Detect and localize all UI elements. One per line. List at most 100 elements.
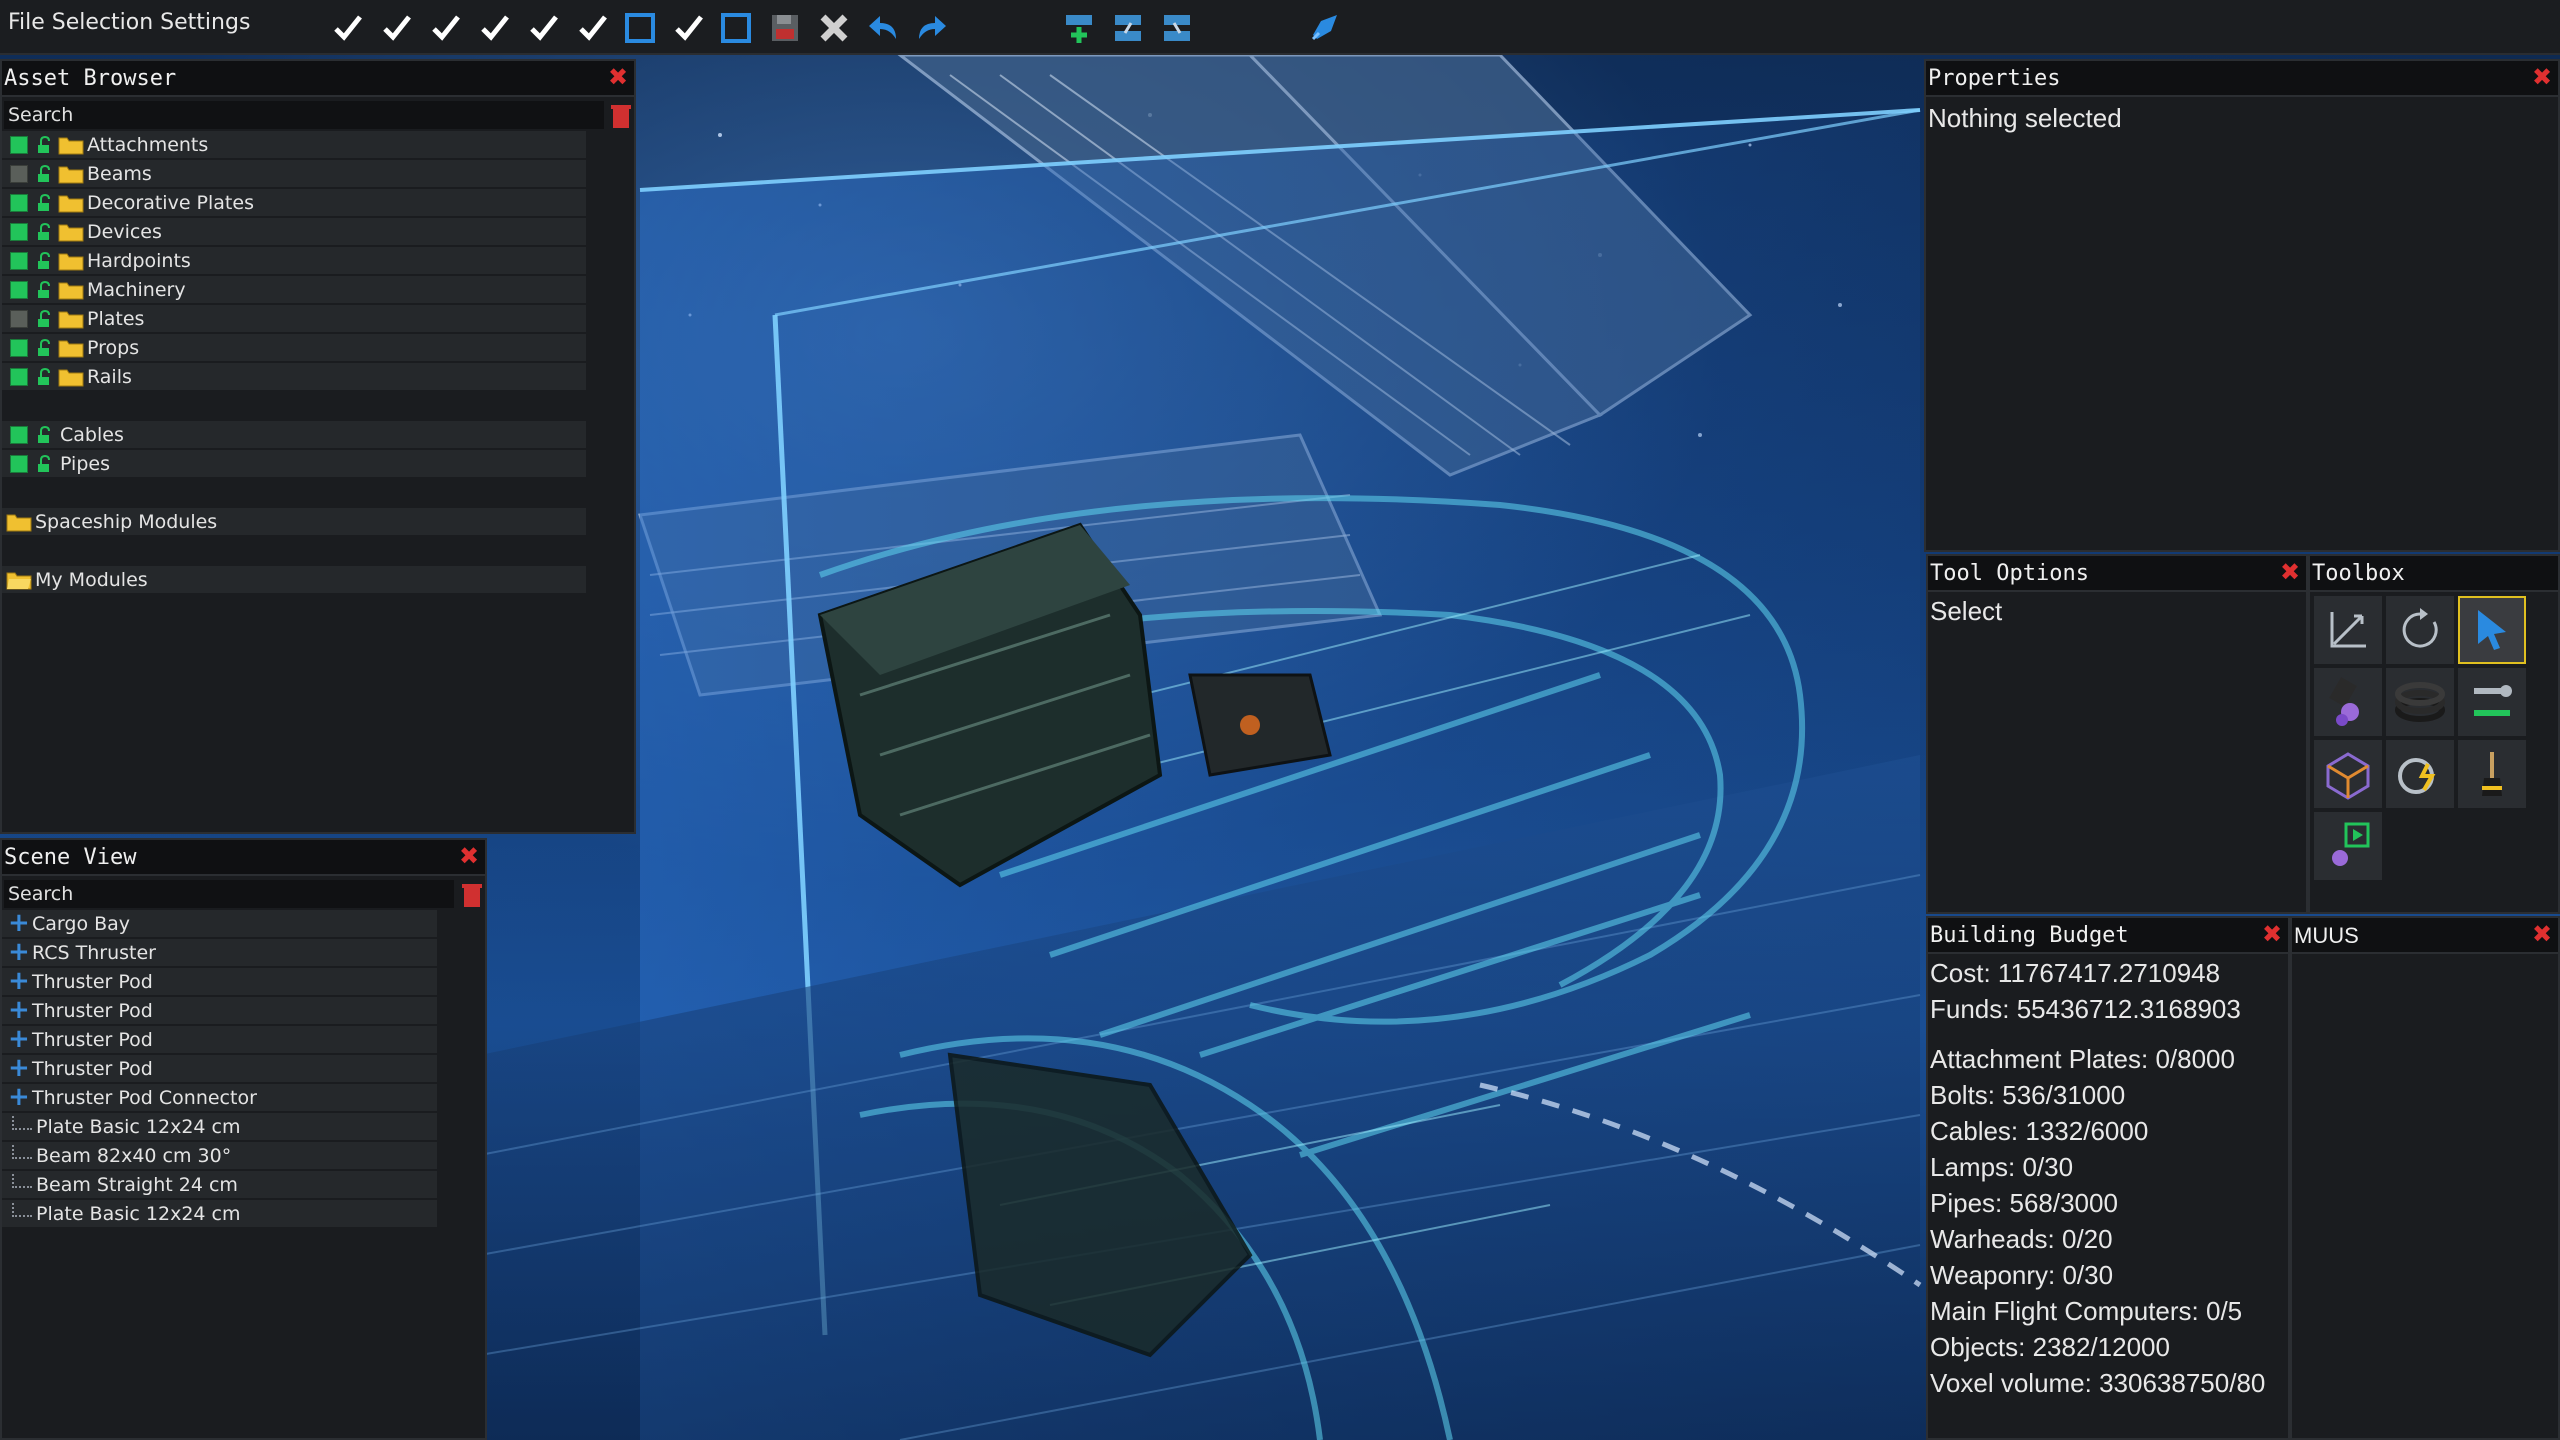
visibility-checkbox[interactable] xyxy=(10,251,28,270)
scene-item-row[interactable]: Plate Basic 12x24 cm xyxy=(2,1113,437,1140)
check-icon[interactable] xyxy=(477,10,513,46)
asset-category-row[interactable]: Devices xyxy=(2,218,586,245)
power-tool-icon[interactable] xyxy=(2386,740,2454,808)
close-icon[interactable]: ✖ xyxy=(2530,922,2554,946)
voxel-tool-icon[interactable] xyxy=(2314,740,2382,808)
save-icon[interactable] xyxy=(767,10,803,46)
delete-icon[interactable] xyxy=(816,10,852,46)
unlock-icon[interactable] xyxy=(36,222,54,241)
visibility-checkbox[interactable] xyxy=(10,164,28,183)
scene-item-row[interactable]: Beam 82x40 cm 30° xyxy=(2,1142,437,1169)
expand-icon[interactable]: + xyxy=(8,997,30,1023)
visibility-checkbox[interactable] xyxy=(10,425,28,444)
budget-line: Voxel volume: 330638750/80 xyxy=(1930,1368,2266,1398)
close-icon[interactable]: ✖ xyxy=(2530,65,2554,89)
trash-icon[interactable] xyxy=(460,882,484,908)
module-folder-row[interactable]: My Modules xyxy=(2,566,586,593)
asset-category-row[interactable]: Props xyxy=(2,334,586,361)
close-icon[interactable]: ✖ xyxy=(2278,560,2302,584)
visibility-checkbox[interactable] xyxy=(10,454,28,473)
check-icon[interactable] xyxy=(428,10,464,46)
undo-icon[interactable] xyxy=(865,10,901,46)
close-icon[interactable]: ✖ xyxy=(2260,922,2284,946)
scene-group-row[interactable]: + Thruster Pod xyxy=(2,968,437,995)
scene-search-input[interactable]: Search xyxy=(4,880,454,908)
row-label: RCS Thruster xyxy=(32,941,156,964)
scene-item-row[interactable]: Plate Basic 12x24 cm xyxy=(2,1200,437,1227)
module-folder-row[interactable]: Spaceship Modules xyxy=(2,508,586,535)
brush-tool-icon[interactable] xyxy=(2458,740,2526,808)
unlock-icon[interactable] xyxy=(36,135,54,154)
play-tool-icon[interactable] xyxy=(2314,812,2382,880)
asset-category-row[interactable]: Rails xyxy=(2,363,586,390)
row-label: Attachments xyxy=(87,133,209,156)
launch-icon[interactable] xyxy=(1306,10,1342,46)
unlock-icon[interactable] xyxy=(36,193,54,212)
asset-category-row[interactable]: Hardpoints xyxy=(2,247,586,274)
expand-icon[interactable]: + xyxy=(8,1055,30,1081)
asset-category-row[interactable]: Machinery xyxy=(2,276,586,303)
close-icon[interactable]: ✖ xyxy=(457,844,481,868)
visibility-checkbox[interactable] xyxy=(10,193,28,212)
check-icon[interactable] xyxy=(526,10,562,46)
scene-item-row[interactable]: Beam Straight 24 cm xyxy=(2,1171,437,1198)
close-icon[interactable]: ✖ xyxy=(606,65,630,89)
visibility-checkbox[interactable] xyxy=(10,338,28,357)
check-icon[interactable] xyxy=(671,10,707,46)
budget-cost: Cost: 11767417.2710948 xyxy=(1930,958,2221,988)
scene-group-row[interactable]: + Thruster Pod xyxy=(2,997,437,1024)
move-tool-icon[interactable] xyxy=(2314,596,2382,664)
square-icon[interactable] xyxy=(718,10,754,46)
paint-tool-icon[interactable] xyxy=(2314,668,2382,736)
toolbox-panel: Toolbox xyxy=(2308,554,2560,914)
trash-icon[interactable] xyxy=(609,103,633,129)
unlock-icon[interactable] xyxy=(36,251,54,270)
unlock-icon[interactable] xyxy=(36,425,54,444)
expand-icon[interactable]: + xyxy=(8,968,30,994)
visibility-checkbox[interactable] xyxy=(10,309,28,328)
asset-category-row[interactable]: Decorative Plates xyxy=(2,189,586,216)
expand-icon[interactable]: + xyxy=(8,1026,30,1052)
expand-icon[interactable]: + xyxy=(8,1084,30,1110)
square-icon[interactable] xyxy=(622,10,658,46)
asset-category-row[interactable]: Attachments xyxy=(2,131,586,158)
module-link-icon[interactable] xyxy=(1159,10,1195,46)
select-tool-icon[interactable] xyxy=(2458,596,2526,664)
asset-search-input[interactable]: Search xyxy=(4,101,604,129)
rotate-tool-icon[interactable] xyxy=(2386,596,2454,664)
unlock-icon[interactable] xyxy=(36,309,54,328)
menu-bar[interactable]: File Selection Settings xyxy=(8,10,250,35)
unlock-icon[interactable] xyxy=(36,367,54,386)
unlock-icon[interactable] xyxy=(36,338,54,357)
asset-category-row[interactable]: Cables xyxy=(2,421,586,448)
building-budget-title: Building Budget xyxy=(1928,918,2288,954)
scene-group-row[interactable]: + Thruster Pod Connector xyxy=(2,1084,437,1111)
scene-group-row[interactable]: + RCS Thruster xyxy=(2,939,437,966)
asset-category-row[interactable]: Pipes xyxy=(2,450,586,477)
check-icon[interactable] xyxy=(575,10,611,46)
cable-tool-icon[interactable] xyxy=(2386,668,2454,736)
scene-group-row[interactable]: + Cargo Bay xyxy=(2,910,437,937)
asset-category-row[interactable]: Beams xyxy=(2,160,586,187)
asset-category-row[interactable]: Plates xyxy=(2,305,586,332)
unlock-icon[interactable] xyxy=(36,280,54,299)
asset-browser-panel: Asset Browser ✖ Search Attachments Beams D… xyxy=(0,59,636,834)
scene-group-row[interactable]: + Thruster Pod xyxy=(2,1055,437,1082)
unlock-icon[interactable] xyxy=(36,164,54,183)
visibility-checkbox[interactable] xyxy=(10,222,28,241)
check-icon[interactable] xyxy=(379,10,415,46)
expand-icon[interactable]: + xyxy=(8,939,30,965)
visibility-checkbox[interactable] xyxy=(10,135,28,154)
visibility-checkbox[interactable] xyxy=(10,367,28,386)
top-toolbar: File Selection Settings xyxy=(0,0,2560,55)
unlock-icon[interactable] xyxy=(36,454,54,473)
expand-icon[interactable]: + xyxy=(8,910,30,936)
module-link-icon[interactable] xyxy=(1110,10,1146,46)
check-icon[interactable] xyxy=(330,10,366,46)
folder-icon xyxy=(58,224,84,241)
scene-group-row[interactable]: + Thruster Pod xyxy=(2,1026,437,1053)
module-add-icon[interactable] xyxy=(1061,10,1097,46)
redo-icon[interactable] xyxy=(914,10,950,46)
visibility-checkbox[interactable] xyxy=(10,280,28,299)
wrench-tool-icon[interactable] xyxy=(2458,668,2526,736)
